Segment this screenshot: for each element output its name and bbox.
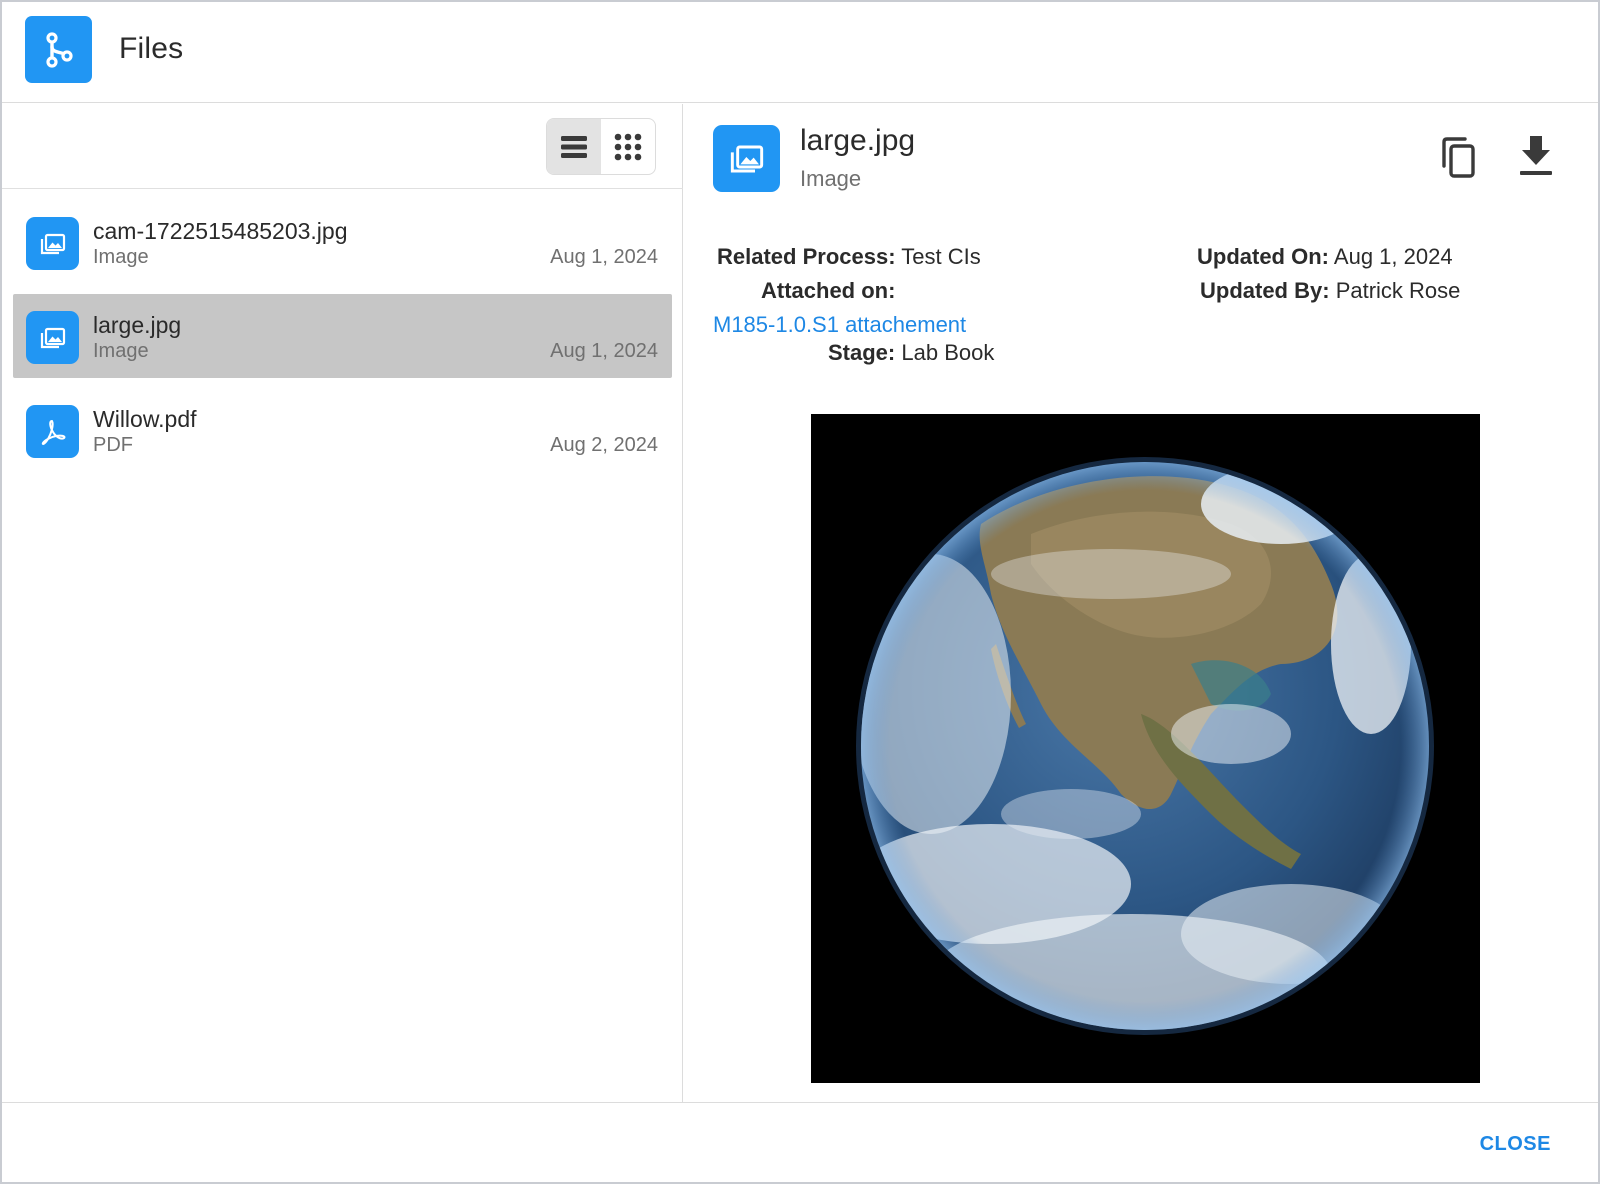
- image-file-icon: [26, 311, 79, 364]
- earth-image: [811, 414, 1480, 1083]
- attached-on-label: Attached on:: [761, 278, 896, 303]
- file-type: Image: [93, 340, 149, 362]
- image-preview: [811, 414, 1480, 1083]
- file-list-item-selected[interactable]: large.jpg Image Aug 1, 2024: [13, 294, 672, 378]
- updated-on: Updated On: Aug 1, 2024: [1197, 244, 1453, 270]
- file-list-pane: cam-1722515485203.jpg Image Aug 1, 2024 …: [2, 104, 683, 1102]
- image-file-icon: [713, 125, 780, 192]
- updated-by: Updated By: Patrick Rose: [1200, 278, 1460, 304]
- attached-on: Attached on:: [761, 278, 895, 304]
- attached-on-link[interactable]: M185-1.0.S1 attachement: [713, 312, 966, 338]
- updated-by-label: Updated By:: [1200, 278, 1330, 303]
- copy-button[interactable]: [1434, 134, 1482, 182]
- related-process: Related Process: Test CIs: [717, 244, 981, 270]
- dialog-footer: CLOSE: [2, 1102, 1598, 1184]
- updated-by-value: Patrick Rose: [1335, 278, 1461, 303]
- file-list-item[interactable]: Willow.pdf PDF Aug 2, 2024: [13, 388, 672, 472]
- list-view-button[interactable]: [547, 119, 601, 174]
- grid-view-button[interactable]: [601, 119, 655, 174]
- image-file-icon: [26, 217, 79, 270]
- branch-icon: [25, 16, 92, 83]
- copy-icon: [1442, 137, 1475, 178]
- related-process-value: Test CIs: [901, 244, 981, 269]
- files-dialog: Files cam-1722515485203.jpg Image Aug 1,…: [0, 0, 1600, 1184]
- file-name: large.jpg: [93, 312, 182, 338]
- updated-on-value: Aug 1, 2024: [1333, 244, 1453, 269]
- related-process-label: Related Process:: [717, 244, 896, 269]
- grid-view-icon: [614, 133, 642, 160]
- file-date: Aug 2, 2024: [550, 434, 658, 456]
- file-date: Aug 1, 2024: [550, 246, 658, 268]
- stage-label: Stage:: [828, 340, 896, 365]
- file-type: Image: [93, 246, 149, 268]
- download-icon: [1520, 136, 1552, 175]
- view-toolbar: [2, 104, 683, 189]
- detail-file-type: Image: [800, 166, 862, 191]
- list-view-icon: [561, 135, 587, 158]
- file-type: PDF: [93, 434, 133, 456]
- detail-file-name: large.jpg: [800, 124, 916, 157]
- file-name: cam-1722515485203.jpg: [93, 218, 348, 244]
- updated-on-label: Updated On:: [1197, 244, 1329, 269]
- close-button[interactable]: CLOSE: [1480, 1133, 1551, 1156]
- file-detail-pane: large.jpg Image Related Process: Test CI…: [684, 104, 1598, 1102]
- dialog-title: Files: [119, 32, 184, 65]
- pdf-file-icon: [26, 405, 79, 458]
- file-list-item[interactable]: cam-1722515485203.jpg Image Aug 1, 2024: [13, 200, 672, 284]
- dialog-header: Files: [2, 2, 1598, 103]
- file-name: Willow.pdf: [93, 406, 197, 432]
- file-list: cam-1722515485203.jpg Image Aug 1, 2024 …: [2, 190, 683, 482]
- download-button[interactable]: [1512, 132, 1560, 180]
- stage-value: Lab Book: [901, 340, 995, 365]
- view-toggle: [546, 118, 656, 175]
- file-date: Aug 1, 2024: [550, 340, 658, 362]
- stage: Stage: Lab Book: [828, 340, 994, 366]
